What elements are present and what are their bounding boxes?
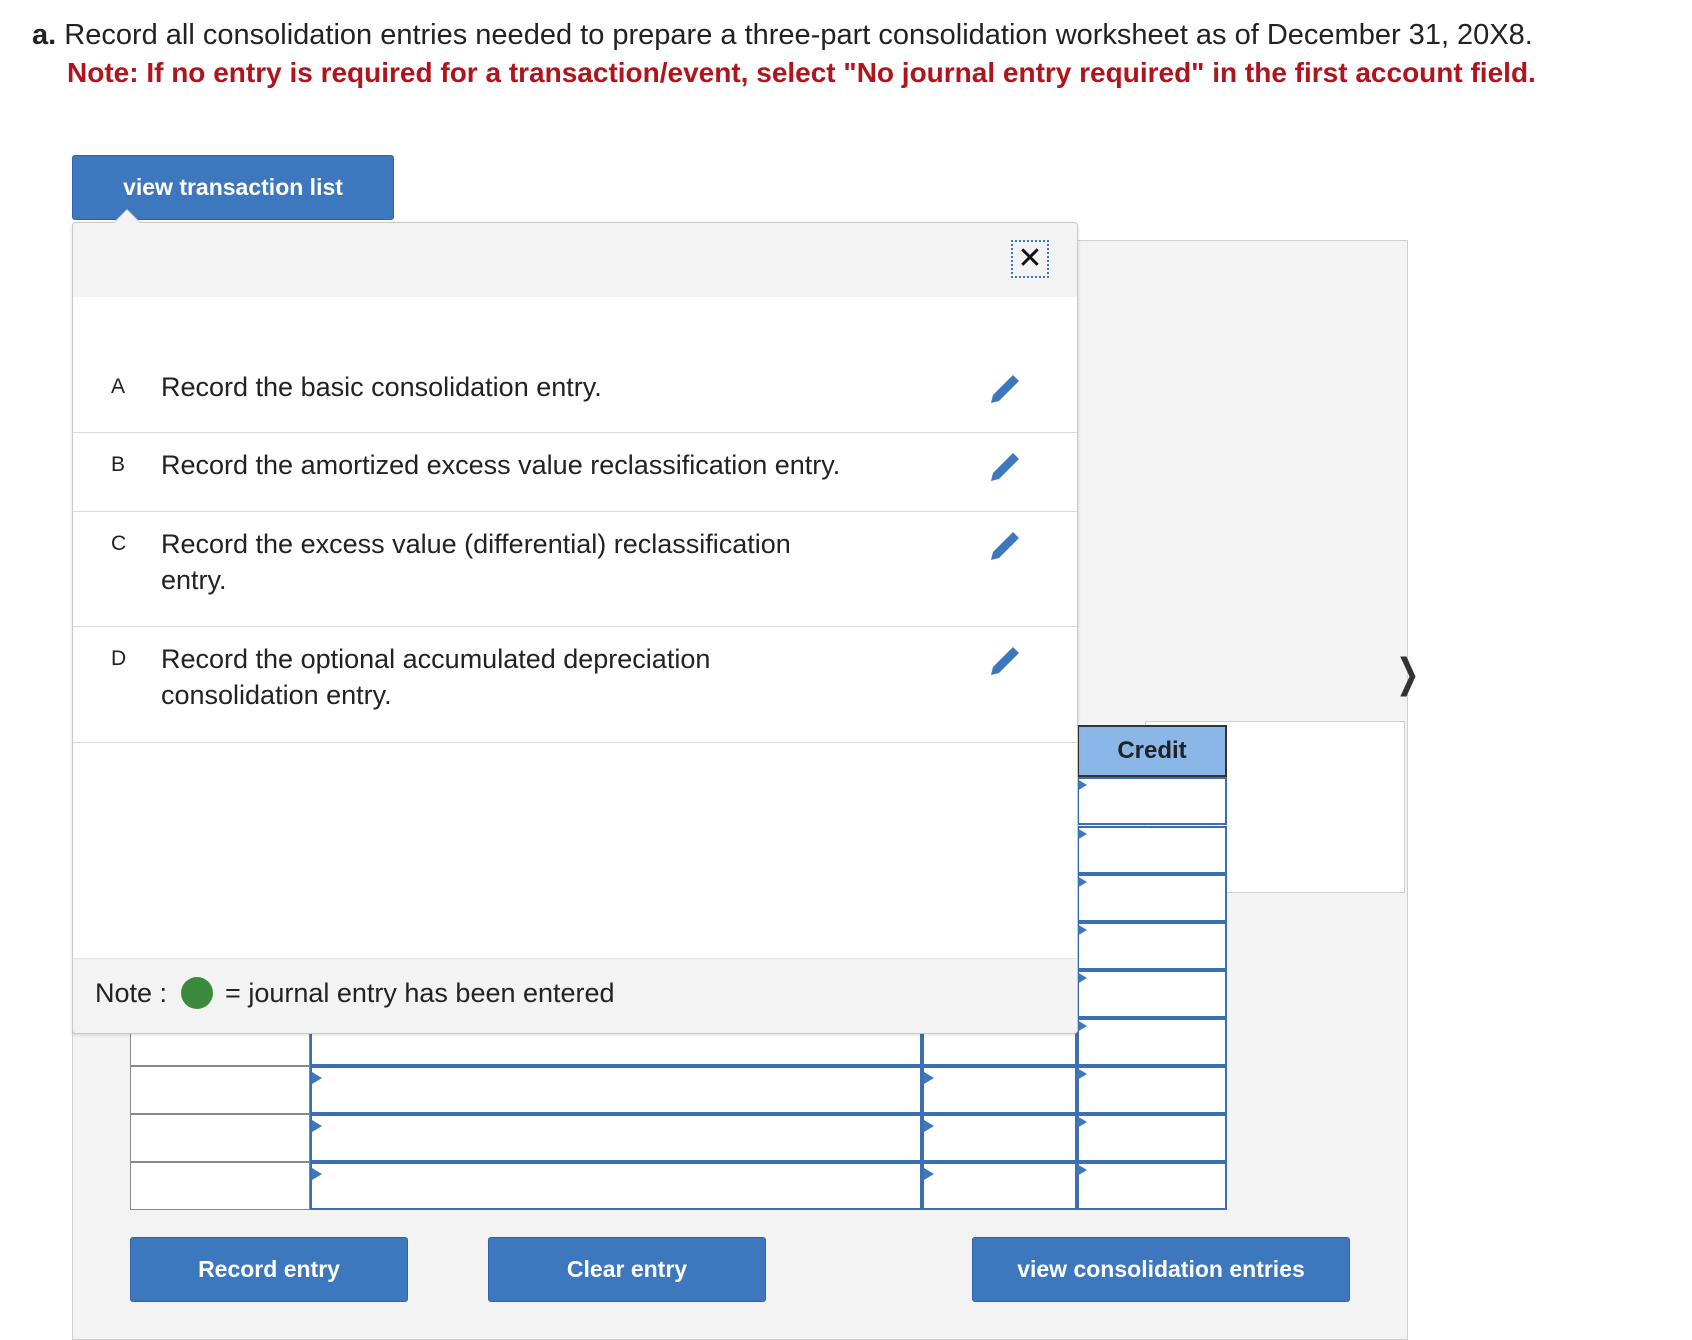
debit-input[interactable] — [922, 1114, 1077, 1162]
dropdown-arrow-icon — [1077, 1164, 1087, 1176]
dropdown-arrow-icon — [1077, 924, 1087, 936]
dropdown-arrow-icon — [312, 1072, 322, 1084]
credit-column-header: Credit — [1077, 725, 1227, 777]
debit-input[interactable] — [922, 1066, 1077, 1114]
number-cell — [130, 1066, 310, 1114]
credit-input[interactable] — [1077, 1018, 1227, 1066]
dropdown-arrow-icon — [924, 1072, 934, 1084]
close-icon[interactable]: ✕ — [1011, 240, 1049, 278]
credit-input[interactable] — [1077, 1066, 1227, 1114]
number-cell — [130, 1114, 310, 1162]
dropdown-arrow-icon — [312, 1168, 322, 1180]
pencil-icon[interactable] — [987, 449, 1023, 485]
popup-header — [73, 223, 1077, 297]
note-label: Note : — [95, 977, 168, 1008]
popup-pointer — [113, 209, 141, 223]
debit-input[interactable] — [922, 1162, 1077, 1210]
credit-input[interactable] — [1077, 826, 1227, 874]
transaction-letter: C — [111, 532, 127, 555]
pencil-icon[interactable] — [987, 643, 1023, 679]
dropdown-arrow-icon — [1077, 972, 1087, 984]
account-input[interactable] — [310, 1162, 922, 1210]
legend-text: = journal entry has been entered — [225, 977, 615, 1008]
dropdown-arrow-icon — [1077, 828, 1087, 840]
number-cell — [130, 1162, 310, 1210]
pencil-icon[interactable] — [987, 371, 1023, 407]
credit-input[interactable] — [1077, 874, 1227, 922]
transaction-text: Record the amortized excess value reclas… — [161, 450, 841, 480]
credit-input[interactable] — [1077, 777, 1227, 825]
account-input[interactable] — [310, 1066, 922, 1114]
transaction-text: Record the basic consolidation entry. — [161, 372, 602, 402]
transaction-text: Record the excess value (differential) r… — [161, 529, 791, 595]
transaction-letter: D — [111, 647, 127, 670]
dropdown-arrow-icon — [924, 1120, 934, 1132]
dropdown-arrow-icon — [312, 1120, 322, 1132]
account-input[interactable] — [310, 1114, 922, 1162]
credit-input[interactable] — [1077, 922, 1227, 970]
transaction-letter: A — [111, 375, 126, 398]
credit-input[interactable] — [1077, 1162, 1227, 1210]
dropdown-arrow-icon — [1077, 876, 1087, 888]
transaction-list: A Record the basic consolidation entry. … — [73, 355, 1077, 743]
legend-note: Note : = journal entry has been entered — [95, 977, 615, 1009]
transaction-item-a[interactable]: A Record the basic consolidation entry. — [73, 355, 1077, 433]
view-consolidation-entries-button[interactable]: view consolidation entries — [972, 1237, 1350, 1302]
transaction-letter: B — [111, 453, 126, 476]
dropdown-arrow-icon — [1077, 1020, 1087, 1032]
transaction-item-d[interactable]: D Record the optional accumulated deprec… — [73, 627, 1077, 743]
dropdown-arrow-icon — [1077, 1116, 1087, 1128]
transaction-list-popup: ✕ A Record the basic consolidation entry… — [72, 209, 1078, 1034]
dropdown-arrow-icon — [1077, 1068, 1087, 1080]
next-chevron-icon[interactable]: ❯ — [1396, 651, 1419, 697]
credit-input[interactable] — [1077, 1114, 1227, 1162]
question-note: Note: If no entry is required for a tran… — [67, 57, 1536, 88]
dropdown-arrow-icon — [1077, 779, 1087, 791]
pencil-icon[interactable] — [987, 528, 1023, 564]
clear-entry-button[interactable]: Clear entry — [488, 1237, 766, 1302]
transaction-item-b[interactable]: B Record the amortized excess value recl… — [73, 433, 1077, 512]
question-prompt: Record all consolidation entries needed … — [64, 19, 1533, 51]
record-entry-button[interactable]: Record entry — [130, 1237, 408, 1302]
popup-footer: Note : = journal entry has been entered — [73, 958, 1077, 1033]
credit-input[interactable] — [1077, 970, 1227, 1018]
transaction-item-c[interactable]: C Record the excess value (differential)… — [73, 512, 1077, 627]
dropdown-arrow-icon — [924, 1168, 934, 1180]
transaction-text: Record the optional accumulated deprecia… — [161, 644, 711, 710]
question-letter: a. — [32, 19, 57, 51]
question-header: a. Record all consolidation entries need… — [32, 16, 1672, 92]
entered-indicator-icon — [181, 977, 214, 1009]
